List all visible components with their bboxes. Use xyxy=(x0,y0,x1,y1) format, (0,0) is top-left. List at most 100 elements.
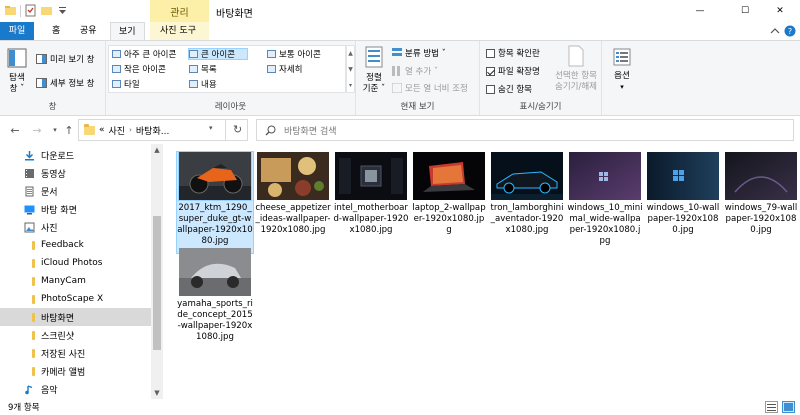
details-view-button[interactable] xyxy=(765,401,778,413)
close-button[interactable]: ✕ xyxy=(760,0,800,22)
nav-item-manycam[interactable]: ManyCam xyxy=(0,272,152,290)
layout-group-label: 레이아웃 xyxy=(214,102,247,112)
context-tab-manage[interactable]: 관리 xyxy=(150,0,209,22)
layout-details[interactable]: 자세히 xyxy=(267,63,302,75)
file-extensions-toggle[interactable]: 파일 확장명 xyxy=(486,65,540,77)
folder-icon xyxy=(32,276,35,286)
details-icon xyxy=(267,65,276,73)
layout-medium-icons[interactable]: 보통 아이콘 xyxy=(267,48,321,60)
layout-tiles[interactable]: 타일 xyxy=(112,78,140,90)
item-checkboxes-toggle[interactable]: 항목 확인란 xyxy=(486,47,540,59)
refresh-icon[interactable]: ↻ xyxy=(233,123,242,136)
breadcrumb-desktop[interactable]: 바탕화... xyxy=(136,124,169,137)
file-extensions-checkbox[interactable] xyxy=(486,66,495,76)
address-bar[interactable]: « 사진 › 바탕화... ▾ ↻ xyxy=(78,119,248,141)
tab-picture-tools[interactable]: 사진 도구 xyxy=(152,22,204,40)
tab-home[interactable]: 홈 xyxy=(44,22,68,40)
recent-locations-button[interactable]: ▾ xyxy=(48,122,62,138)
large-icons-view-button[interactable] xyxy=(782,401,795,413)
file-grid: 2017_ktm_1290_super_duke_gt-wallpaper-19… xyxy=(168,144,800,399)
nav-item-photoscape-x[interactable]: PhotoScape X xyxy=(0,290,152,308)
nav-item-videos[interactable]: 동영상 xyxy=(0,164,152,182)
hide-selected-button[interactable]: 선택한 항목 숨기기/해제 xyxy=(550,45,602,93)
maximize-button[interactable]: ☐ xyxy=(725,0,765,22)
maximize-icon: ☐ xyxy=(740,6,750,16)
customize-qat-icon[interactable] xyxy=(56,4,69,17)
hidden-items-checkbox[interactable] xyxy=(486,84,495,94)
tab-file[interactable]: 파일 xyxy=(0,22,34,40)
layout-group: 아주 큰 아이콘 큰 아이콘 보통 아이콘 작은 아이콘 목록 자세히 타일 내… xyxy=(106,41,356,115)
file-item[interactable]: windows_79-wallpaper-1920x1080.jpg xyxy=(723,152,799,236)
nav-item-screenshots[interactable]: 스크린샷 xyxy=(0,326,152,344)
nav-item-desktop[interactable]: 바탕 화면 xyxy=(0,200,152,218)
navigation-pane-button[interactable]: 탐색 창 ˇ xyxy=(4,47,30,95)
scrollbar-thumb[interactable] xyxy=(153,216,161,350)
file-item[interactable]: laptop_2-wallpaper-1920x1080.jpg xyxy=(411,152,487,236)
panes-group-label: 창 xyxy=(48,102,57,112)
download-icon xyxy=(25,150,34,160)
file-item[interactable]: tron_lamborghini_aventador-1920x1080.jpg xyxy=(489,152,565,236)
ribbon-tabs: 파일 홈 공유 보기 사진 도구 ? xyxy=(0,22,800,40)
nav-item-music[interactable]: 음악 xyxy=(0,380,152,398)
hidden-items-toggle[interactable]: 숨긴 항목 xyxy=(486,83,532,95)
nav-item-saved-pictures[interactable]: 저장된 사진 xyxy=(0,344,152,362)
group-by-button[interactable]: 분류 방법 ˇ xyxy=(392,47,446,59)
scroll-down-icon[interactable]: ▼ xyxy=(151,387,163,399)
up-button[interactable]: ↑ xyxy=(62,122,76,138)
breadcrumb-pictures[interactable]: 사진 xyxy=(109,124,126,137)
search-box[interactable]: 바탕화면 검색 xyxy=(256,119,794,141)
details-pane-button[interactable]: 세부 정보 창 xyxy=(36,77,95,89)
size-all-columns-button[interactable]: 모든 열 너비 조정 xyxy=(392,82,468,94)
preview-pane-label: 미리 보기 창 xyxy=(50,55,95,65)
nav-item-desktop-wallpapers[interactable]: 바탕화면 xyxy=(0,308,152,326)
file-item[interactable]: intel_motherboard-wallpaper-1920x1080.jp… xyxy=(333,152,409,236)
list-icon xyxy=(189,65,198,73)
file-item[interactable]: 2017_ktm_1290_super_duke_gt-wallpaper-19… xyxy=(176,151,254,254)
nav-item-documents[interactable]: 문서 xyxy=(0,182,152,200)
layout-list[interactable]: 목록 xyxy=(189,63,217,75)
back-button[interactable]: ← xyxy=(8,122,22,138)
preview-pane-button[interactable]: 미리 보기 창 xyxy=(36,53,95,65)
properties-icon[interactable] xyxy=(24,4,37,17)
item-checkboxes-checkbox[interactable] xyxy=(486,48,495,58)
path-overflow[interactable]: « xyxy=(99,125,105,135)
chevron-up-icon[interactable] xyxy=(770,26,780,36)
nav-scrollbar[interactable]: ▲ ▼ xyxy=(151,144,163,399)
nav-item-camera-roll[interactable]: 카메라 앨범 xyxy=(0,362,152,380)
options-label: 옵션 xyxy=(614,71,630,81)
thumbnail-cheese xyxy=(257,152,329,200)
nav-item-feedback[interactable]: Feedback xyxy=(0,236,152,254)
up-arrow-icon: ↑ xyxy=(64,123,74,137)
file-item[interactable]: cheese_appetizer_ideas-wallpaper-1920x10… xyxy=(255,152,331,236)
layout-scroll-arrows[interactable]: ▲ ▼ ▾ xyxy=(346,45,355,93)
file-item[interactable]: yamaha_sports_ride_concept_2015-wallpape… xyxy=(177,248,253,343)
navigation-pane: 다운로드 동영상 문서 바탕 화면 사진 Feedback iCloud Pho… xyxy=(0,144,163,399)
title-bar: 관리 바탕화면 — ☐ ✕ xyxy=(0,0,800,22)
new-folder-icon[interactable] xyxy=(40,4,53,17)
chevron-down-icon: ▾ xyxy=(620,83,624,91)
scroll-up-icon[interactable]: ▲ xyxy=(151,144,163,156)
minimize-button[interactable]: — xyxy=(680,0,720,22)
help-icon[interactable]: ? xyxy=(784,25,796,37)
tab-share[interactable]: 공유 xyxy=(72,22,105,40)
layout-small-icons[interactable]: 작은 아이콘 xyxy=(112,63,166,75)
sort-by-button[interactable]: 정렬 기준 ˇ xyxy=(360,45,388,95)
add-columns-button[interactable]: 열 추가 ˇ xyxy=(392,65,438,77)
nav-item-pictures[interactable]: 사진 xyxy=(0,218,152,236)
address-dropdown-icon[interactable]: ▾ xyxy=(209,124,213,132)
options-button[interactable]: 옵션 ▾ xyxy=(608,47,636,93)
navigation-pane-icon xyxy=(7,48,27,68)
layout-extra-large-icons[interactable]: 아주 큰 아이콘 xyxy=(112,48,176,60)
search-placeholder: 바탕화면 검색 xyxy=(284,126,337,137)
nav-item-downloads[interactable]: 다운로드 xyxy=(0,146,152,164)
preview-pane-icon xyxy=(36,54,47,64)
file-item[interactable]: windows_10-wallpaper-1920x1080.jpg xyxy=(645,152,721,236)
tab-view[interactable]: 보기 xyxy=(110,22,145,40)
nav-item-icloud-photos[interactable]: iCloud Photos xyxy=(0,254,152,272)
file-name: yamaha_sports_ride_concept_2015-wallpape… xyxy=(177,299,253,342)
layout-content[interactable]: 내용 xyxy=(189,78,217,90)
layout-large-icons[interactable]: 큰 아이콘 xyxy=(188,48,248,60)
file-item[interactable]: windows_10_minimal_wide-wallpaper-1920x1… xyxy=(567,152,643,247)
document-icon xyxy=(25,186,34,196)
forward-button[interactable]: → xyxy=(30,122,44,138)
